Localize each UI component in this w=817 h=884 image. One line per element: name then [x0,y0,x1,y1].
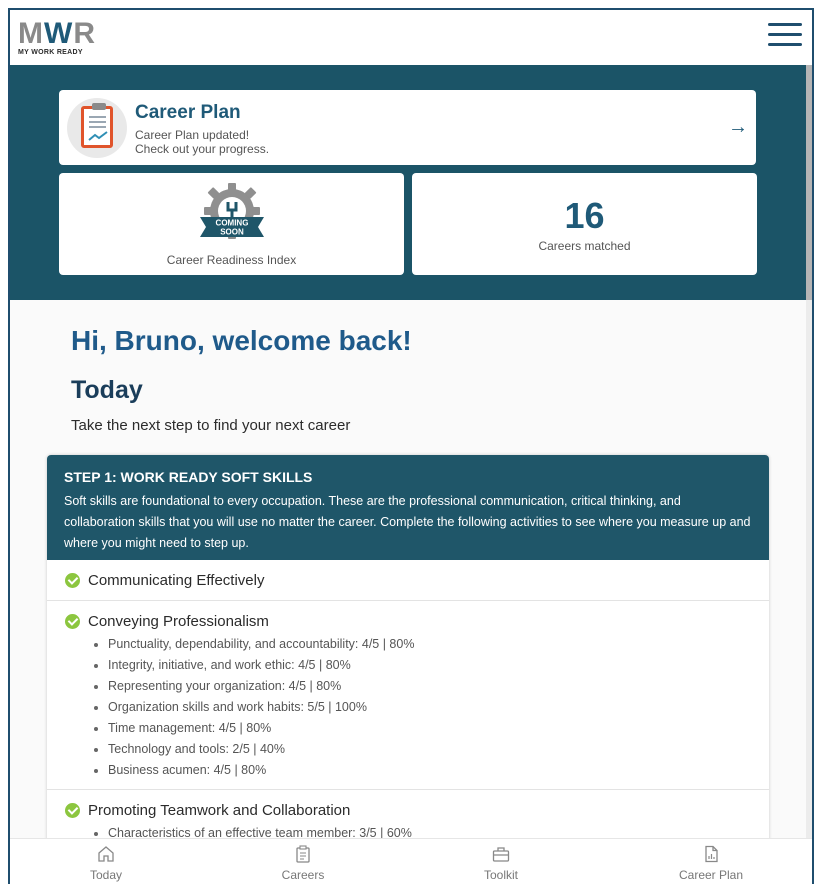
home-icon [98,846,114,862]
section-title: Communicating Effectively [88,572,265,589]
check-circle-icon [65,803,80,818]
list-item: Representing your organization: 4/5 | 80… [91,676,414,697]
check-circle-icon [65,614,80,629]
hero-panel: Career Plan Career Plan updated! Check o… [10,65,806,300]
nav-label: Careers [281,868,325,882]
step1-description: Soft skills are foundational to every oc… [64,494,751,550]
step1-title: STEP 1: WORK READY SOFT SKILLS [64,469,313,485]
menu-icon[interactable] [768,23,802,49]
nav-label: Career Plan [678,868,744,882]
check-circle-icon [65,573,80,588]
today-subtitle: Take the next step to find your next car… [71,417,351,434]
top-bar: MWR MY WORK READY [10,10,812,65]
nav-today[interactable]: Today [51,839,161,884]
toolbox-icon [492,847,510,862]
list-item: Organization skills and work habits: 5/5… [91,697,414,718]
coming-soon-line1: COMING [216,219,249,228]
logo-tagline: MY WORK READY [18,49,83,56]
career-readiness-card[interactable]: COMING SOON Career Readiness Index [59,173,404,275]
section-communicating-effectively[interactable]: Communicating Effectively [47,560,769,601]
list-item: Integrity, initiative, and work ethic: 4… [91,655,414,676]
nav-label: Toolkit [483,868,518,882]
section-title: Promoting Teamwork and Collaboration [88,802,351,819]
career-plan-line1: Career Plan updated! [135,128,250,142]
step1-header: STEP 1: WORK READY SOFT SKILLS Soft skil… [47,455,769,560]
coming-soon-gear-icon: COMING SOON [200,183,264,239]
career-plan-card[interactable]: Career Plan Career Plan updated! Check o… [59,90,756,165]
career-plan-status: Career Plan updated! Check out your prog… [135,128,435,156]
section-conveying-professionalism[interactable]: Conveying Professionalism Punctuality, d… [47,601,769,790]
nav-career-plan[interactable]: Career Plan [656,839,766,884]
document-chart-icon [705,845,718,863]
coming-soon-line2: SOON [220,228,244,237]
mwr-logo[interactable]: MWR MY WORK READY [18,17,96,57]
today-heading: Today [71,376,143,404]
nav-toolkit[interactable]: Toolkit [446,839,556,884]
arrow-right-icon[interactable]: → [728,116,748,139]
career-plan-line2: Check out your progress. [135,142,270,156]
list-item: Time management: 4/5 | 80% [91,718,414,739]
careers-matched-card[interactable]: 16 Careers matched [412,173,757,275]
list-item: Punctuality, dependability, and accounta… [91,634,414,655]
nav-label: Today [89,868,123,882]
career-plan-title: Career Plan [135,102,241,123]
careers-matched-count: 16 [564,195,605,236]
clipboard-chart-icon [67,98,127,158]
logo-mark: MWR [18,17,96,50]
bottom-navigation: Today Careers Toolkit Career Plan [10,838,812,884]
list-item: Business acumen: 4/5 | 80% [91,760,414,781]
skill-score-list: Punctuality, dependability, and accounta… [91,634,414,781]
page-scrollbar[interactable] [806,65,812,839]
scrollbar-thumb[interactable] [806,65,812,300]
welcome-greeting: Hi, Bruno, welcome back! [71,325,412,356]
careers-matched-label: Careers matched [538,239,631,253]
app-frame: MWR MY WORK READY Career Plan Career Pla… [8,8,814,884]
list-item: Technology and tools: 2/5 | 40% [91,739,414,760]
section-title: Conveying Professionalism [88,613,269,630]
clipboard-list-icon [296,845,310,863]
step1-card: STEP 1: WORK READY SOFT SKILLS Soft skil… [47,455,769,875]
nav-careers[interactable]: Careers [248,839,358,884]
career-readiness-label: Career Readiness Index [166,253,297,267]
